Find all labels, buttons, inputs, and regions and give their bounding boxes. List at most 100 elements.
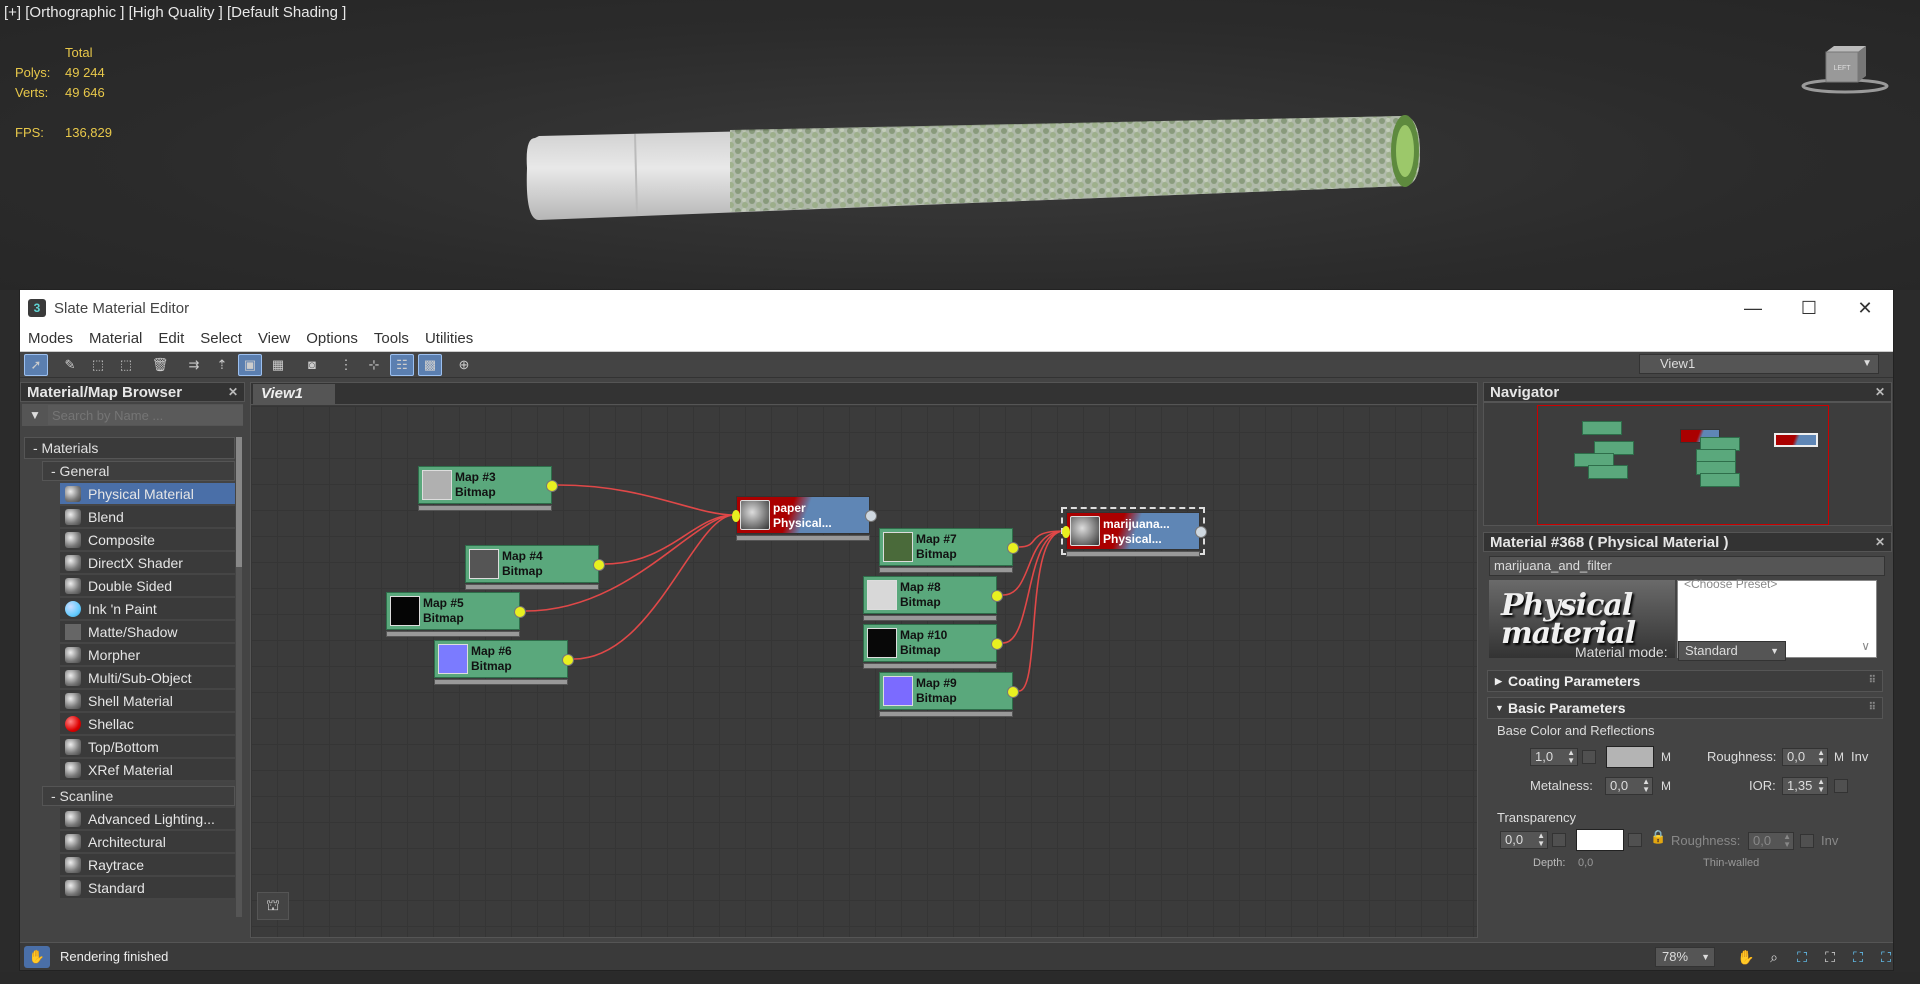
browser-item[interactable]: Blend [60,506,235,529]
drag-handle-icon[interactable]: ⠿ [1869,671,1876,691]
browser-item[interactable]: Shellac [60,713,235,736]
bitmap-node-map6[interactable]: Map #6 Bitmap [434,640,574,685]
node-collapse-bar[interactable] [1066,551,1200,557]
browser-item[interactable]: Advanced Lighting... [60,808,235,831]
delete-icon[interactable]: 🗑 [148,354,172,376]
material-node-paper[interactable]: paper Physical... [732,496,877,541]
pan-to-selected-icon[interactable]: ⛶ [1875,947,1897,967]
base-color-swatch[interactable] [1606,746,1654,768]
metalness-map-button[interactable]: M [1658,778,1674,794]
zoom-icon[interactable]: ⌕ [1763,947,1785,967]
output-port[interactable] [1007,542,1019,554]
bitmap-node-map10[interactable]: Map #10 Bitmap [863,624,1003,669]
group-scanline[interactable]: - Scanline [42,786,235,806]
roughness-spinner[interactable]: 0,0 ▲ ▼ [1782,748,1828,766]
spinner-arrows-icon[interactable]: ▲ ▼ [1537,832,1545,848]
select-by-material-icon[interactable]: ▩ [418,353,442,376]
browser-item[interactable]: Architectural [60,831,235,854]
tab-view1[interactable]: View1 [253,384,335,404]
spinner-arrows-icon[interactable]: ▲ ▼ [1783,833,1791,849]
bitmap-node-map8[interactable]: Map #8 Bitmap [863,576,1003,621]
spinner-arrows-icon[interactable]: ▲ ▼ [1642,778,1650,794]
assign-icon[interactable]: ⬚ [114,354,138,376]
close-icon[interactable]: ✕ [1875,535,1885,549]
maximize-button[interactable]: ☐ [1781,290,1837,326]
browser-item[interactable]: DirectX Shader [60,552,235,575]
group-general[interactable]: - General [42,461,235,481]
node-collapse-bar[interactable] [418,505,552,511]
zoom-select[interactable]: 78% ▼ [1655,947,1715,967]
browser-item[interactable]: Physical Material [60,483,235,506]
input-port[interactable] [1062,526,1070,538]
bitmap-node-map3[interactable]: Map #3 Bitmap [418,466,558,511]
output-port[interactable] [991,590,1003,602]
browser-item[interactable]: Ink 'n Paint [60,598,235,621]
bitmap-node-map9[interactable]: Map #9 Bitmap [879,672,1019,717]
browser-item[interactable]: Double Sided [60,575,235,598]
browser-item[interactable]: Multi/Sub-Object [60,667,235,690]
hand-icon[interactable]: ✋ [24,945,50,968]
wire-map3-to-paper[interactable] [557,484,735,516]
browser-item[interactable]: Top/Bottom [60,736,235,759]
ior-spinner[interactable]: 1,35 ▲ ▼ [1782,777,1828,795]
eyedropper-icon[interactable]: ✎ [58,354,82,376]
thin-walled-label[interactable]: Thin-walled [1703,857,1759,869]
material-mode-select[interactable]: Standard ▼ [1678,641,1786,661]
node-collapse-bar[interactable] [879,711,1013,717]
output-port[interactable] [546,480,558,492]
roughness-inv-button[interactable]: Inv [1851,749,1868,764]
roughness-map-button[interactable]: M [1831,749,1847,765]
transparency-weight-spinner[interactable]: 0,0 ▲ ▼ [1500,831,1548,849]
select-icon[interactable]: ➚ [24,353,48,376]
metalness-spinner[interactable]: 0,0 ▲ ▼ [1605,777,1653,795]
trans-roughness-spinner[interactable]: 0,0 ▲ ▼ [1748,832,1794,850]
scrollbar-thumb[interactable] [236,437,242,567]
bitmap-node-map4[interactable]: Map #4 Bitmap [465,545,605,590]
menu-modes[interactable]: Modes [28,330,73,347]
material-name-field[interactable]: marijuana_and_filter [1489,556,1885,576]
group-materials[interactable]: - Materials [24,437,235,459]
output-port[interactable] [593,559,605,571]
show-background-icon[interactable]: ▦ [266,354,290,376]
layout-children-icon[interactable]: ⊹ [362,354,386,376]
menu-tools[interactable]: Tools [374,330,409,347]
spinner-arrows-icon[interactable]: ▲ ▼ [1817,778,1825,794]
navigator-minimap[interactable] [1483,402,1892,526]
node-graph-canvas[interactable]: Map #3 Bitmap Map #4 Bitmap Map #5 Bitmap Map … [251,406,1477,937]
pick-icon[interactable]: ⊕ [452,354,476,376]
zoom-extents-icon[interactable]: ⛶ [1819,947,1841,967]
transparency-color-map-button[interactable] [1628,833,1642,847]
search-options-icon[interactable]: ▼ [22,408,48,422]
node-collapse-bar[interactable] [386,631,520,637]
drag-handle-icon[interactable]: ⠿ [1869,698,1876,718]
node-collapse-bar[interactable] [465,584,599,590]
depth-value[interactable]: 0,0 [1578,857,1593,869]
viewcube[interactable]: LEFT [1800,42,1890,96]
layout-icon[interactable]: ⋮ [334,354,358,376]
browser-item[interactable]: Composite [60,529,235,552]
bitmap-node-map5[interactable]: Map #5 Bitmap [386,592,526,637]
close-icon[interactable]: ✕ [228,385,238,399]
browser-item[interactable]: XRef Material [60,759,235,782]
spinner-arrows-icon[interactable]: ▲ ▼ [1817,749,1825,765]
output-port[interactable] [562,654,574,666]
base-weight-map-button[interactable] [1582,750,1596,764]
output-port[interactable] [1007,686,1019,698]
node-collapse-bar[interactable] [434,679,568,685]
trans-roughness-map-button[interactable] [1800,834,1814,848]
bitmap-node-map7[interactable]: Map #7 Bitmap [879,528,1019,573]
put-to-scene-icon[interactable]: ⬚ [86,354,110,376]
output-port[interactable] [865,510,877,522]
transparency-weight-map-button[interactable] [1552,833,1566,847]
node-collapse-bar[interactable] [863,615,997,621]
viewport-label[interactable]: [+] [Orthographic ] [High Quality ] [Def… [4,4,346,21]
lock-icon[interactable]: 🔒 [1650,829,1666,845]
transparency-color-swatch[interactable] [1576,829,1624,851]
view-dropdown[interactable]: View1 ▼ [1639,354,1879,374]
menu-options[interactable]: Options [306,330,358,347]
browser-item[interactable]: Morpher [60,644,235,667]
pan-icon[interactable]: ⛫ [257,892,289,920]
wire-map4-to-paper[interactable] [604,514,735,565]
close-icon[interactable]: ✕ [1875,385,1885,399]
close-button[interactable]: ✕ [1837,290,1893,326]
